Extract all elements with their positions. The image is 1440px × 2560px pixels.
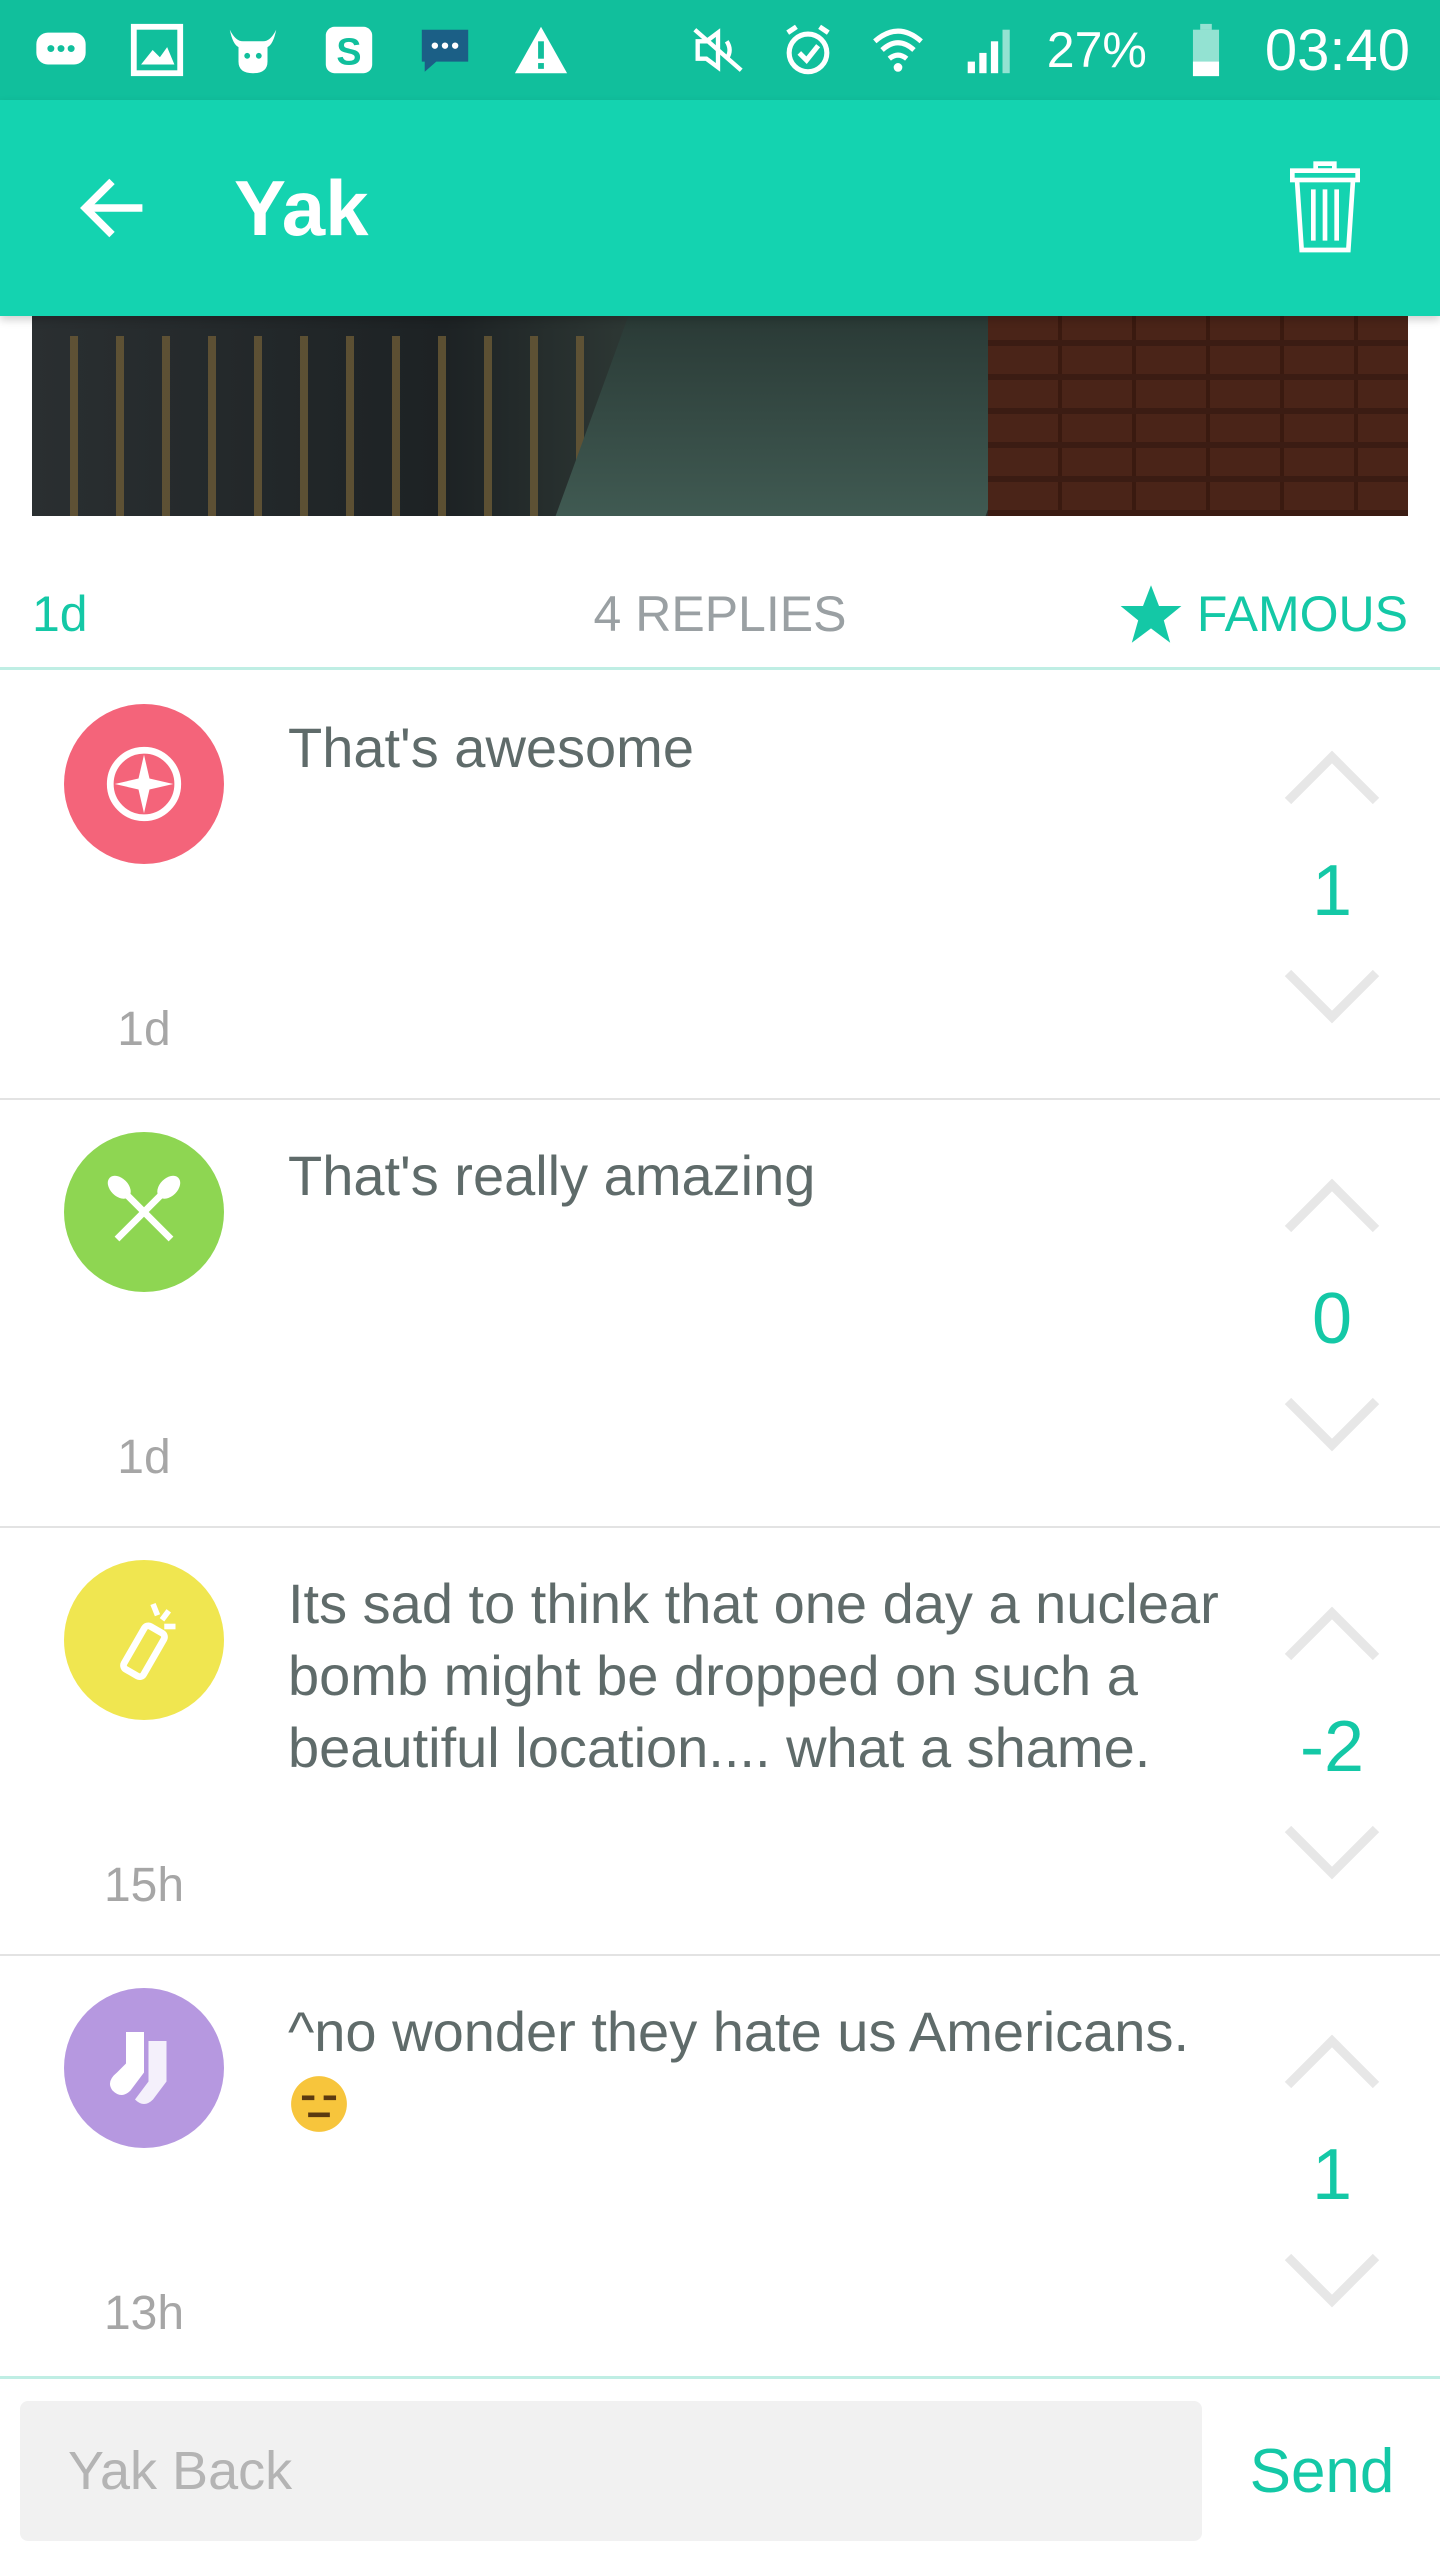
socks-icon <box>109 2032 167 2104</box>
signal-icon <box>957 19 1019 81</box>
compose-bar: Send <box>0 2376 1440 2560</box>
delete-button[interactable] <box>1270 148 1380 268</box>
vote-count: 1 <box>1311 2135 1353 2215</box>
famous-badge: FAMOUS <box>1119 582 1408 646</box>
back-arrow-icon <box>80 178 143 238</box>
clock: 03:40 <box>1264 17 1410 83</box>
chevron-up-icon <box>1284 1178 1380 1233</box>
status-bar: S 27% 03:40 <box>0 0 1440 100</box>
upvote-button[interactable] <box>1282 2026 1382 2096</box>
post-image[interactable] <box>32 316 1408 516</box>
crossed-paddles-icon <box>107 1175 181 1242</box>
reply-item: ^no wonder they hate us Americans. 13h 1 <box>0 1956 1440 2384</box>
chevron-down-icon <box>1284 2253 1380 2308</box>
chevron-up-icon <box>1284 750 1380 805</box>
upvote-button[interactable] <box>1282 742 1382 812</box>
svg-text:S: S <box>336 31 361 73</box>
railing-detail <box>32 336 632 516</box>
chevron-up-icon <box>1284 2034 1380 2089</box>
yak-icon <box>222 19 284 81</box>
reply-time: 1d <box>117 1003 171 1056</box>
famous-label: FAMOUS <box>1196 585 1408 642</box>
chat-bubble-icon <box>30 19 92 81</box>
upvote-button[interactable] <box>1282 1170 1382 1240</box>
battery-icon <box>1175 19 1237 81</box>
app-bar: Yak <box>0 100 1440 316</box>
skype-icon: S <box>318 19 380 81</box>
reply-text: That's really amazing <box>288 1144 816 1207</box>
alarm-icon <box>777 19 839 81</box>
send-button[interactable]: Send <box>1222 2401 1422 2541</box>
avatar <box>64 1560 224 1720</box>
vote-count: 0 <box>1311 1279 1353 1359</box>
page-title: Yak <box>234 163 369 252</box>
flashlight-icon <box>120 1602 176 1681</box>
avatar <box>64 1988 224 2148</box>
post-meta: 1d 4 REPLIES FAMOUS <box>0 560 1440 670</box>
reply-item: That's really amazing 1d 0 <box>0 1100 1440 1528</box>
vote-count: -2 <box>1299 1707 1365 1787</box>
warning-icon <box>510 19 572 81</box>
expressionless-face-emoji <box>291 2076 347 2132</box>
vote-count: 1 <box>1311 851 1353 931</box>
system-icons: 27% 03:40 <box>687 17 1410 84</box>
avatar <box>64 704 224 864</box>
reply-input[interactable] <box>20 2401 1202 2541</box>
downvote-button[interactable] <box>1282 1818 1382 1888</box>
reply-item: That's awesome 1d 1 <box>0 672 1440 1100</box>
chevron-down-icon <box>1284 969 1380 1024</box>
mute-icon <box>687 19 749 81</box>
reply-text: ^no wonder they hate us Americans. <box>288 1996 1248 2140</box>
reply-time: 1d <box>117 1431 171 1484</box>
trash-icon <box>1290 161 1360 253</box>
downvote-button[interactable] <box>1282 962 1382 1032</box>
reply-item: Its sad to think that one day a nuclear … <box>0 1528 1440 1956</box>
brick-wall-detail <box>988 316 1408 516</box>
compass-icon <box>106 746 182 822</box>
upvote-button[interactable] <box>1282 1598 1382 1668</box>
avatar <box>64 1132 224 1292</box>
notification-icons: S <box>30 19 572 81</box>
reply-time: 15h <box>103 1859 185 1912</box>
chevron-down-icon <box>1284 1825 1380 1880</box>
battery-percent: 27% <box>1046 22 1147 78</box>
wifi-icon <box>867 19 929 81</box>
back-button[interactable] <box>52 148 172 268</box>
downvote-button[interactable] <box>1282 1390 1382 1460</box>
walkway-detail <box>555 316 1059 516</box>
star-icon <box>1120 584 1182 643</box>
downvote-button[interactable] <box>1282 2246 1382 2316</box>
chevron-up-icon <box>1284 1606 1380 1661</box>
reply-text: That's awesome <box>288 716 694 779</box>
reply-text: Its sad to think that one day a nuclear … <box>288 1572 1219 1779</box>
chevron-down-icon <box>1284 1397 1380 1452</box>
message-icon <box>414 19 476 81</box>
image-icon <box>126 19 188 81</box>
reply-text-content: ^no wonder they hate us Americans. <box>288 2000 1190 2063</box>
reply-time: 13h <box>103 2287 185 2340</box>
